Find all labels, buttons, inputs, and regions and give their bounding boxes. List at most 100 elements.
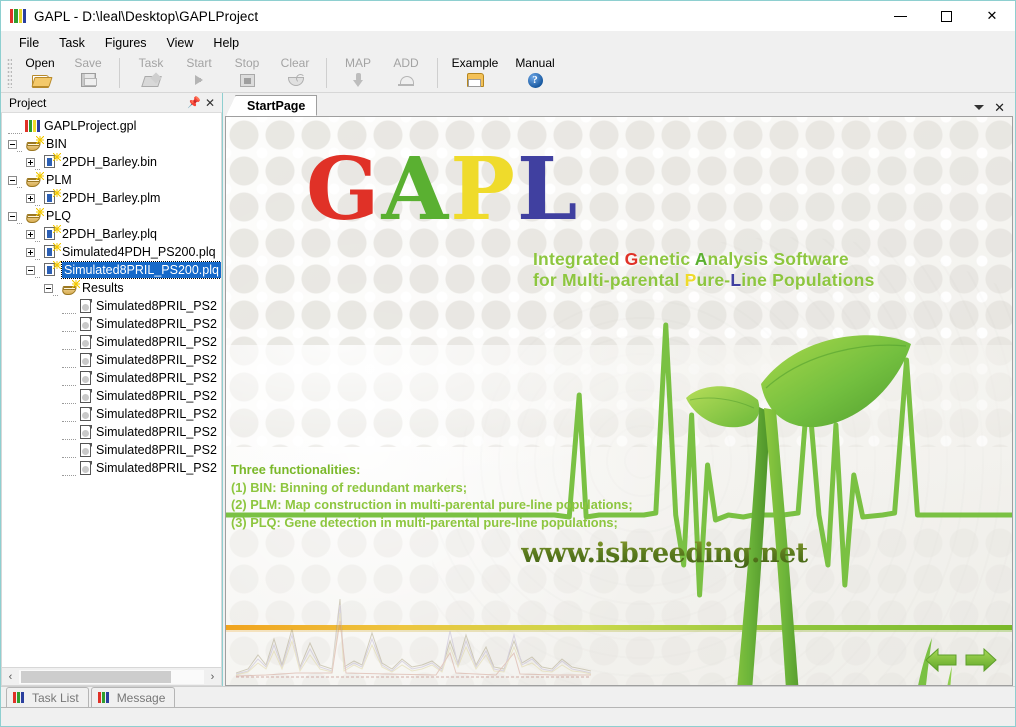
dataset-icon	[43, 261, 61, 277]
toolbar-button-save[interactable]: Save	[64, 55, 112, 91]
panel-close-icon[interactable]: ✕	[202, 96, 218, 110]
tree-item[interactable]: Simulated8PRIL_PS2	[2, 405, 221, 423]
toolbar-button-manual[interactable]: Manual ?	[505, 55, 565, 91]
website-url: www.isbreeding.net	[521, 538, 808, 569]
toolbar-button-add[interactable]: ADD	[382, 55, 430, 91]
tree-item-label: BIN	[46, 137, 67, 151]
scroll-right-icon[interactable]: ›	[204, 671, 221, 683]
tree-item-label: GAPLProject.gpl	[44, 119, 137, 133]
scroll-left-icon[interactable]: ‹	[2, 671, 19, 683]
tree-item-label: Simulated8PRIL_PS2	[96, 425, 217, 439]
gapl-main-window: GAPL - D:\leal\Desktop\GAPLProject ✕ Fil…	[0, 0, 1016, 727]
collapse-icon[interactable]	[26, 265, 35, 275]
splash-navigation	[923, 644, 999, 676]
toolbar-label-add: ADD	[393, 56, 419, 70]
tagline-1-mid: enetic	[638, 249, 695, 269]
tree-connector	[62, 368, 76, 386]
arrow-right-icon[interactable]	[963, 644, 999, 676]
expand-icon[interactable]	[26, 229, 35, 239]
tree-item[interactable]: 2PDH_Barley.plm	[2, 189, 221, 207]
tree-item[interactable]: Simulated4PDH_PS200.plq	[2, 243, 221, 261]
feature-item-3: (3) PLQ: Gene detection in multi-parenta…	[231, 514, 618, 530]
toolbar: Open Save Task Start Stop Clear MAP ADD …	[1, 55, 1015, 93]
tree-item-label: 2PDH_Barley.plm	[62, 191, 161, 205]
collapse-icon[interactable]	[8, 139, 17, 149]
project-panel-header: Project 📌 ✕	[1, 93, 222, 113]
expand-icon[interactable]	[26, 157, 35, 167]
project-hscrollbar[interactable]: ‹ ›	[1, 668, 222, 686]
tab-startpage[interactable]: StartPage	[225, 95, 318, 116]
pin-icon[interactable]: 📌	[186, 96, 202, 109]
toolbar-button-task[interactable]: Task	[127, 55, 175, 91]
tree-item-label: Simulated8PRIL_PS2	[96, 461, 217, 475]
tree-item[interactable]: Simulated8PRIL_PS2	[2, 297, 221, 315]
tagline-line-2: for Multi-parental Pure-Line Populations	[533, 270, 875, 291]
toolbar-button-stop[interactable]: Stop	[223, 55, 271, 91]
menu-item-file[interactable]: File	[9, 33, 49, 53]
title-bar: GAPL - D:\leal\Desktop\GAPLProject ✕	[1, 1, 1015, 31]
tree-item[interactable]: Simulated8PRIL_PS2	[2, 441, 221, 459]
clear-icon	[287, 71, 305, 89]
tree-item[interactable]: Results	[2, 279, 221, 297]
tree-item[interactable]: GAPLProject.gpl	[2, 117, 221, 135]
tree-item[interactable]: Simulated8PRIL_PS2	[2, 351, 221, 369]
toolbar-button-clear[interactable]: Clear	[271, 55, 319, 91]
bottom-tab-bar: Task List Message	[1, 687, 1015, 708]
tree-item[interactable]: BIN	[2, 135, 221, 153]
expand-icon[interactable]	[26, 247, 35, 257]
toolbar-button-open[interactable]: Open	[16, 55, 64, 91]
tree-item[interactable]: Simulated8PRIL_PS200.plq	[2, 261, 221, 279]
collapse-icon[interactable]	[44, 283, 53, 293]
file-icon	[79, 316, 93, 332]
toolbar-separator-1	[119, 58, 120, 88]
expand-icon[interactable]	[26, 193, 35, 203]
document-area: StartPage ✕ GAPL Integrated Genetic Anal…	[223, 93, 1015, 686]
tree-item[interactable]: PLM	[2, 171, 221, 189]
tree-item[interactable]: Simulated8PRIL_PS2	[2, 423, 221, 441]
scroll-track[interactable]	[19, 669, 204, 684]
tree-connector	[35, 152, 40, 170]
tagline-2-p: P	[684, 270, 697, 290]
menu-item-help[interactable]: Help	[203, 33, 249, 53]
tree-item[interactable]: PLQ	[2, 207, 221, 225]
tab-close-icon[interactable]: ✕	[994, 101, 1005, 114]
toolbar-button-start[interactable]: Start	[175, 55, 223, 91]
toolbar-grip[interactable]	[7, 58, 12, 88]
tree-item[interactable]: Simulated8PRIL_PS2	[2, 369, 221, 387]
toolbar-button-map[interactable]: MAP	[334, 55, 382, 91]
main-body: Project 📌 ✕ GAPLProject.gpl BIN 2PDH_Barle…	[1, 93, 1015, 686]
tree-item[interactable]: Simulated8PRIL_PS2	[2, 315, 221, 333]
minimize-button[interactable]	[877, 1, 923, 31]
menu-item-figures[interactable]: Figures	[95, 33, 157, 53]
maximize-button[interactable]	[923, 1, 969, 31]
tab-task-list[interactable]: Task List	[6, 687, 89, 707]
tree-connector	[17, 134, 22, 152]
tab-message-label: Message	[116, 690, 166, 705]
menu-item-view[interactable]: View	[157, 33, 204, 53]
tree-item-label: Results	[82, 281, 124, 295]
gapl-icon	[13, 692, 27, 703]
collapse-icon[interactable]	[8, 211, 17, 221]
collapse-icon[interactable]	[8, 175, 17, 185]
file-icon	[79, 460, 93, 476]
menu-item-task[interactable]: Task	[49, 33, 95, 53]
arrow-left-icon[interactable]	[923, 644, 959, 676]
splash-background: GAPL Integrated Genetic Analysis Softwar…	[226, 117, 1012, 685]
tree-item[interactable]: 2PDH_Barley.bin	[2, 153, 221, 171]
scroll-thumb[interactable]	[21, 670, 171, 683]
tree-item[interactable]: Simulated8PRIL_PS2	[2, 459, 221, 477]
toolbar-button-example[interactable]: Example	[445, 55, 505, 91]
folder-basket-icon	[25, 208, 44, 223]
close-button[interactable]: ✕	[969, 1, 1015, 31]
project-tree-container[interactable]: GAPLProject.gpl BIN 2PDH_Barley.bin PLM 2PDH…	[1, 113, 222, 668]
window-controls: ✕	[877, 1, 1015, 31]
chevron-down-icon[interactable]	[974, 105, 985, 110]
tree-item-label: Simulated8PRIL_PS2	[96, 407, 217, 421]
tree-item[interactable]: Simulated8PRIL_PS2	[2, 387, 221, 405]
tab-message[interactable]: Message	[90, 687, 176, 707]
tree-item[interactable]: 2PDH_Barley.plq	[2, 225, 221, 243]
tree-item[interactable]: Simulated8PRIL_PS2	[2, 333, 221, 351]
